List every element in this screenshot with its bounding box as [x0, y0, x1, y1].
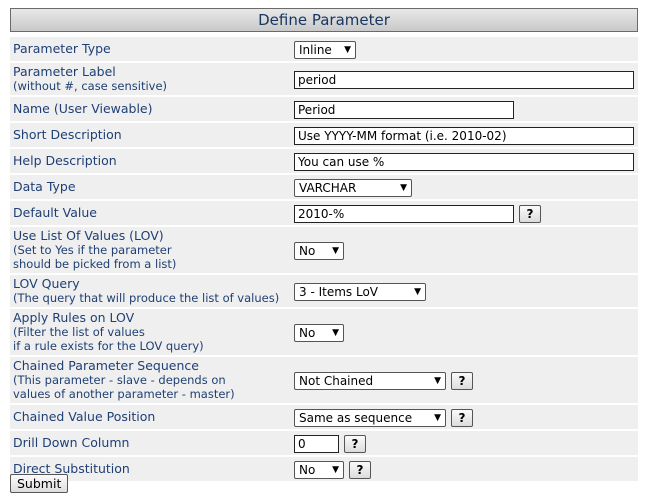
- default-value-help-button[interactable]: ?: [519, 204, 541, 223]
- row-apply-rules: Apply Rules on LOV (Filter the list of v…: [10, 309, 638, 355]
- label-parameter-label-hint: (without #, case sensitive): [13, 79, 168, 93]
- chevron-down-icon: ▼: [400, 182, 407, 193]
- row-short-description: Short Description: [10, 123, 638, 147]
- chevron-down-icon: ▼: [434, 375, 441, 386]
- chevron-down-icon: ▼: [332, 245, 339, 256]
- parameter-table: Parameter Type Inline ▼ Parameter Label (…: [10, 35, 638, 483]
- chevron-down-icon: ▼: [434, 412, 441, 423]
- chevron-down-icon: ▼: [332, 327, 339, 338]
- chained-sequence-select[interactable]: Not Chained ▼: [294, 371, 446, 390]
- label-parameter-label: Parameter Label: [13, 64, 116, 79]
- label-short-description: Short Description: [10, 123, 290, 147]
- direct-substitution-help-button[interactable]: ?: [349, 460, 371, 479]
- define-parameter-form: Define Parameter Parameter Type Inline ▼ …: [10, 8, 638, 483]
- row-parameter-label: Parameter Label (without #, case sensiti…: [10, 63, 638, 95]
- direct-substitution-select[interactable]: No ▼: [294, 460, 344, 479]
- short-description-input[interactable]: [294, 126, 634, 145]
- label-drill-down: Drill Down Column: [10, 431, 290, 455]
- chevron-down-icon: ▼: [414, 286, 421, 297]
- row-use-lov: Use List Of Values (LOV) (Set to Yes if …: [10, 227, 638, 273]
- row-chained-position: Chained Value Position Same as sequence ▼…: [10, 405, 638, 429]
- use-lov-select[interactable]: No ▼: [294, 241, 344, 260]
- label-help-description: Help Description: [10, 149, 290, 173]
- parameter-type-select[interactable]: Inline ▼: [294, 40, 356, 59]
- chevron-down-icon: ▼: [332, 464, 339, 475]
- row-lov-query: LOV Query (The query that will produce t…: [10, 275, 638, 307]
- label-lov-query: LOV Query: [13, 276, 80, 291]
- row-name: Name (User Viewable): [10, 97, 638, 121]
- row-default-value: Default Value ?: [10, 201, 638, 225]
- row-chained-sequence: Chained Parameter Sequence (This paramet…: [10, 357, 638, 403]
- default-value-input[interactable]: [294, 204, 514, 223]
- form-title: Define Parameter: [10, 8, 638, 32]
- chained-sequence-help-button[interactable]: ?: [451, 371, 473, 390]
- label-parameter-type: Parameter Type: [10, 37, 290, 61]
- name-input[interactable]: [294, 100, 514, 119]
- data-type-select[interactable]: VARCHAR ▼: [294, 178, 412, 197]
- label-chained-position: Chained Value Position: [10, 405, 290, 429]
- chained-position-help-button[interactable]: ?: [451, 408, 473, 427]
- parameter-label-input[interactable]: [294, 70, 634, 89]
- chevron-down-icon: ▼: [344, 44, 351, 55]
- help-description-input[interactable]: [294, 152, 634, 171]
- label-name: Name (User Viewable): [10, 97, 290, 121]
- label-chained-sequence: Chained Parameter Sequence: [13, 358, 199, 373]
- drill-down-input[interactable]: [294, 434, 339, 453]
- lov-query-select[interactable]: 3 - Items LoV ▼: [294, 282, 426, 301]
- row-help-description: Help Description: [10, 149, 638, 173]
- label-data-type: Data Type: [10, 175, 290, 199]
- submit-button[interactable]: Submit: [10, 474, 69, 493]
- label-use-lov: Use List Of Values (LOV): [13, 228, 164, 243]
- apply-rules-select[interactable]: No ▼: [294, 323, 344, 342]
- label-apply-rules: Apply Rules on LOV: [13, 310, 135, 325]
- row-data-type: Data Type VARCHAR ▼: [10, 175, 638, 199]
- row-drill-down: Drill Down Column ?: [10, 431, 638, 455]
- chained-position-select[interactable]: Same as sequence ▼: [294, 408, 446, 427]
- drill-down-help-button[interactable]: ?: [344, 434, 366, 453]
- row-direct-substitution: Direct Substitution No ▼?: [10, 457, 638, 481]
- label-default-value: Default Value: [10, 201, 290, 225]
- row-parameter-type: Parameter Type Inline ▼: [10, 37, 638, 61]
